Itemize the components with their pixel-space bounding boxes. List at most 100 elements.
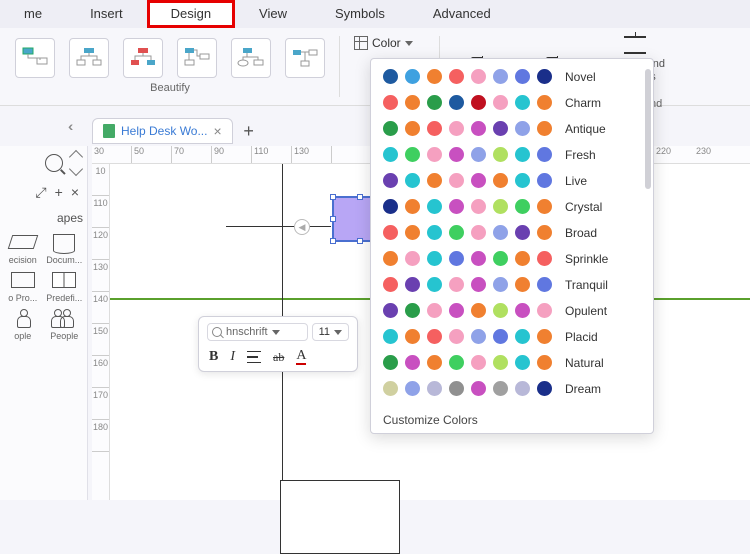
- color-swatch: [449, 69, 464, 84]
- color-swatch: [493, 121, 508, 136]
- menu-advanced[interactable]: Advanced: [409, 0, 515, 28]
- color-scheme-live[interactable]: Live: [383, 173, 641, 188]
- color-swatch: [427, 329, 442, 344]
- color-swatch: [537, 147, 552, 162]
- color-swatch: [493, 199, 508, 214]
- color-swatch: [383, 225, 398, 240]
- menu-view[interactable]: View: [235, 0, 311, 28]
- color-swatch: [515, 251, 530, 266]
- color-swatch: [405, 121, 420, 136]
- shape-precision[interactable]: ecision: [4, 231, 42, 265]
- add-shape-btn[interactable]: +: [55, 184, 63, 201]
- color-scheme-tranquil[interactable]: Tranquil: [383, 277, 641, 292]
- color-swatch: [537, 303, 552, 318]
- strike-btn[interactable]: ab: [273, 350, 284, 365]
- color-swatch: [471, 277, 486, 292]
- layout-btn-3[interactable]: [123, 38, 163, 78]
- shape-people[interactable]: People: [46, 307, 84, 341]
- color-scheme-fresh[interactable]: Fresh: [383, 147, 641, 162]
- scheme-label: Charm: [565, 96, 601, 110]
- collapse-panel-btn[interactable]: ‹‹: [68, 118, 69, 134]
- new-tab-btn[interactable]: +: [237, 119, 261, 143]
- color-swatch: [493, 277, 508, 292]
- layout-btn-1[interactable]: [15, 38, 55, 78]
- color-swatch: [515, 199, 530, 214]
- color-scheme-natural[interactable]: Natural: [383, 355, 641, 370]
- document-icon: [103, 124, 115, 138]
- panel-scroll-buttons[interactable]: [71, 152, 81, 174]
- align-btn[interactable]: [247, 351, 261, 363]
- shape-document[interactable]: Docum...: [46, 231, 84, 265]
- horizontal-ruler-far: 220230: [654, 146, 734, 164]
- layout-btn-4[interactable]: [177, 38, 217, 78]
- color-swatch: [405, 199, 420, 214]
- layout-btn-2[interactable]: [69, 38, 109, 78]
- layout-btn-6[interactable]: [285, 38, 325, 78]
- resize-handle[interactable]: [330, 194, 336, 200]
- color-scheme-opulent[interactable]: Opulent: [383, 303, 641, 318]
- search-shapes-btn[interactable]: [45, 154, 63, 172]
- document-tab[interactable]: Help Desk Wo... ×: [92, 118, 233, 144]
- color-swatch: [405, 251, 420, 266]
- color-swatch: [537, 329, 552, 344]
- resize-handle[interactable]: [330, 216, 336, 222]
- color-swatch: [471, 251, 486, 266]
- shapes-grid: ecision Docum... o Pro... Predefi... opl…: [0, 229, 87, 343]
- color-swatch: [449, 381, 464, 396]
- customize-colors-link[interactable]: Customize Colors: [383, 407, 641, 427]
- menu-insert[interactable]: Insert: [66, 0, 147, 28]
- color-scheme-dream[interactable]: Dream: [383, 381, 641, 396]
- menu-home[interactable]: me: [0, 0, 66, 28]
- italic-btn[interactable]: I: [230, 349, 235, 365]
- font-size-picker[interactable]: 11: [312, 323, 349, 341]
- connector-endpoint[interactable]: ◀: [294, 219, 310, 235]
- connector-horizontal[interactable]: [226, 226, 331, 227]
- color-scheme-broad[interactable]: Broad: [383, 225, 641, 240]
- scheme-label: Natural: [565, 356, 604, 370]
- color-dropdown-btn[interactable]: Color: [348, 32, 419, 54]
- color-scheme-charm[interactable]: Charm: [383, 95, 641, 110]
- resize-handle[interactable]: [330, 238, 336, 244]
- remove-shape-btn[interactable]: ×: [71, 184, 79, 201]
- color-swatch: [405, 355, 420, 370]
- menu-symbols[interactable]: Symbols: [311, 0, 409, 28]
- font-size-value: 11: [319, 326, 330, 338]
- font-color-btn[interactable]: A: [296, 349, 306, 365]
- resize-handle[interactable]: [357, 194, 363, 200]
- color-swatch: [427, 303, 442, 318]
- bold-btn[interactable]: B: [209, 349, 218, 365]
- menu-design[interactable]: Design: [147, 0, 235, 28]
- search-icon: [212, 327, 222, 337]
- font-picker[interactable]: hnschrift: [207, 323, 308, 341]
- color-swatch: [537, 173, 552, 188]
- color-swatch: [515, 355, 530, 370]
- color-swatch: [405, 225, 420, 240]
- color-swatch: [493, 329, 508, 344]
- scrollbar-thumb[interactable]: [645, 69, 651, 189]
- color-scheme-novel[interactable]: Novel: [383, 69, 641, 84]
- color-scheme-sprinkle[interactable]: Sprinkle: [383, 251, 641, 266]
- color-swatch: [537, 355, 552, 370]
- color-scheme-antique[interactable]: Antique: [383, 121, 641, 136]
- scheme-label: Tranquil: [565, 278, 608, 292]
- layout-btn-5[interactable]: [231, 38, 271, 78]
- color-swatch: [471, 147, 486, 162]
- color-swatch: [537, 277, 552, 292]
- document-title: Help Desk Wo...: [121, 124, 207, 138]
- expand-icon[interactable]: ⤢: [35, 184, 46, 201]
- color-swatch: [449, 147, 464, 162]
- color-swatch: [383, 355, 398, 370]
- process-shape[interactable]: [280, 480, 400, 554]
- resize-handle[interactable]: [357, 238, 363, 244]
- color-swatch: [515, 173, 530, 188]
- shape-person[interactable]: ople: [4, 307, 42, 341]
- color-swatch: [405, 147, 420, 162]
- shape-predefined[interactable]: Predefi...: [46, 269, 84, 303]
- color-swatch: [515, 121, 530, 136]
- close-tab-btn[interactable]: ×: [213, 123, 221, 139]
- color-scheme-crystal[interactable]: Crystal: [383, 199, 641, 214]
- shape-pro[interactable]: o Pro...: [4, 269, 42, 303]
- scheme-label: Antique: [565, 122, 606, 136]
- color-scheme-placid[interactable]: Placid: [383, 329, 641, 344]
- scheme-label: Sprinkle: [565, 252, 608, 266]
